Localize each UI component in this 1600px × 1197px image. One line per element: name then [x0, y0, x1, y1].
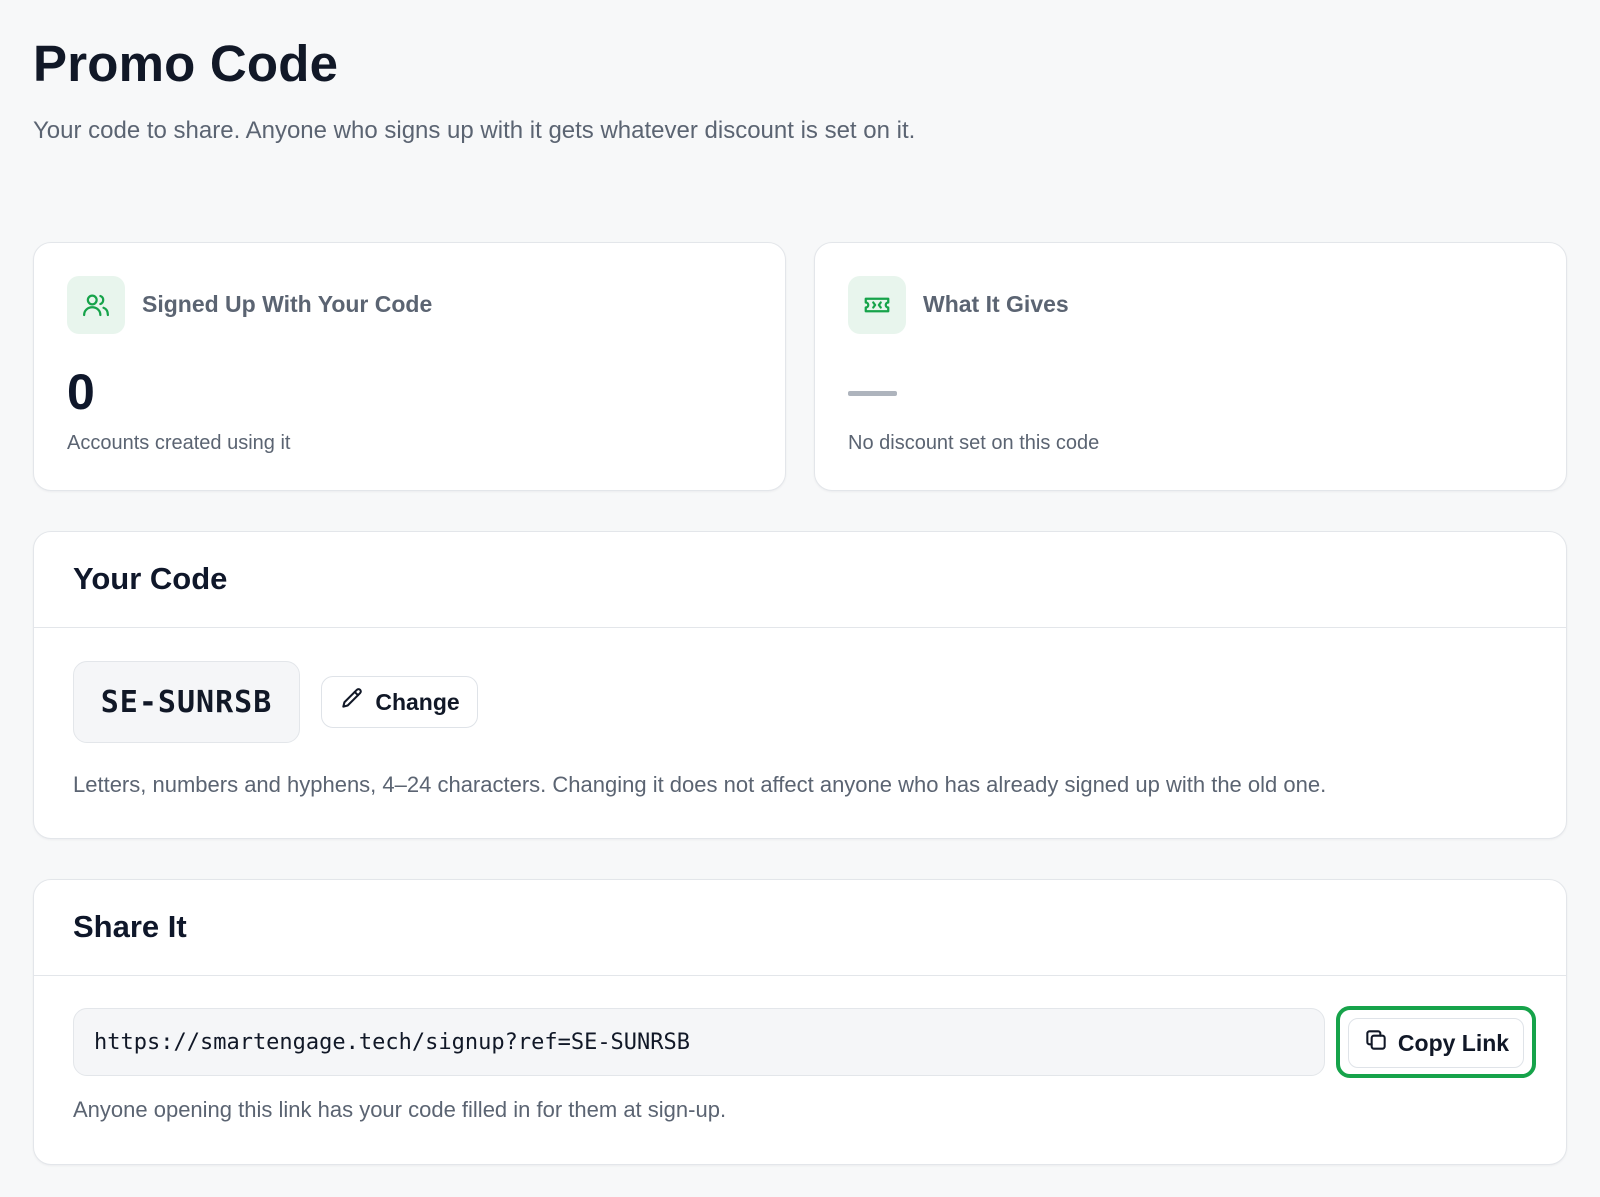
change-button-label: Change [375, 688, 460, 715]
promo-code-value: SE-SUNRSB [73, 661, 300, 743]
code-help-text: Letters, numbers and hyphens, 4–24 chara… [73, 772, 1327, 797]
share-help-text: Anyone opening this link has your code f… [73, 1097, 727, 1122]
signup-count: 0 [67, 364, 95, 420]
users-icon [67, 276, 125, 334]
section-title: Your Code [73, 561, 228, 596]
page-subtitle: Your code to share. Anyone who signs up … [33, 117, 916, 144]
stat-caption: No discount set on this code [848, 432, 1100, 454]
signups-stat-card: Signed Up With Your Code 0 Accounts crea… [33, 242, 786, 491]
page-title: Promo Code [33, 35, 339, 92]
section-title: Share It [73, 909, 187, 944]
share-link-field[interactable]: https://smartengage.tech/signup?ref=SE-S… [73, 1008, 1325, 1076]
change-code-button[interactable]: Change [321, 676, 478, 728]
copy-button-label: Copy Link [1397, 1029, 1510, 1056]
discount-stat-card: What It Gives No discount set on this co… [814, 242, 1567, 491]
your-code-section: Your Code SE-SUNRSB Change Letters, numb… [33, 531, 1567, 839]
share-section: Share It https://smartengage.tech/signup… [33, 879, 1567, 1165]
divider [34, 975, 1566, 976]
pencil-icon [339, 686, 365, 718]
copy-icon [1363, 1027, 1389, 1059]
ticket-icon [848, 276, 906, 334]
divider [34, 627, 1566, 628]
stat-label: Signed Up With Your Code [142, 291, 433, 317]
empty-value-dash [848, 391, 897, 396]
stat-label: What It Gives [923, 291, 1069, 317]
stat-caption: Accounts created using it [67, 432, 291, 454]
copy-link-button[interactable]: Copy Link [1348, 1018, 1524, 1068]
